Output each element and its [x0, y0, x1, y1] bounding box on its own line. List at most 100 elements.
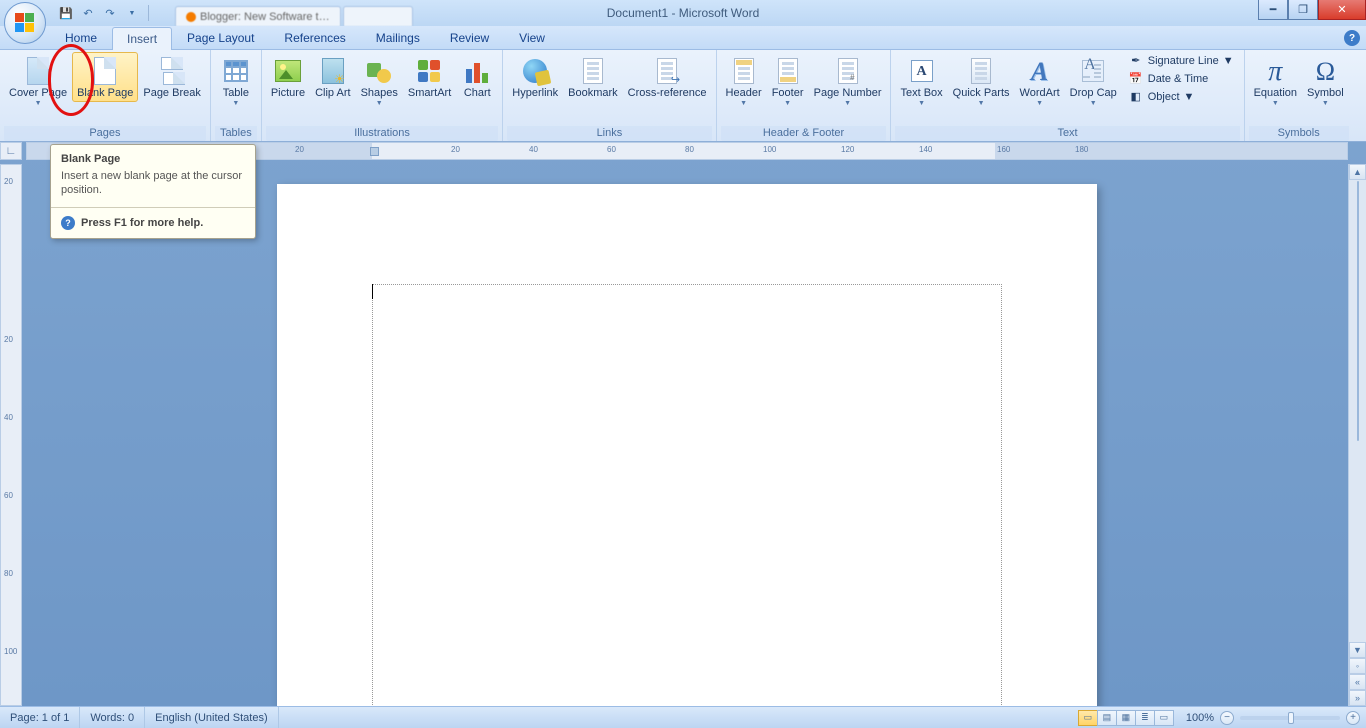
vertical-scrollbar[interactable]: ▲ ▼ ◦ « » — [1348, 164, 1366, 706]
zoom-controls: 100% − + — [1180, 711, 1366, 725]
shapes-button[interactable]: Shapes▼ — [356, 52, 403, 112]
blank-page-button[interactable]: Blank Page — [72, 52, 138, 102]
office-button[interactable] — [4, 2, 46, 44]
tooltip-help-text: Press F1 for more help. — [81, 217, 203, 229]
zoom-out-button[interactable]: − — [1220, 711, 1234, 725]
status-page[interactable]: Page: 1 of 1 — [0, 707, 80, 728]
symbol-button[interactable]: ΩSymbol▼ — [1302, 52, 1349, 112]
browser-tabs: Blogger: New Software t… — [175, 0, 413, 26]
page-break-icon — [156, 55, 188, 87]
page-number-button[interactable]: #Page Number▼ — [809, 52, 887, 112]
dropdown-icon: ▼ — [784, 98, 791, 109]
qat-dropdown-icon[interactable]: ▼ — [124, 5, 140, 21]
undo-icon[interactable]: ↶ — [80, 5, 96, 21]
ruler-corner[interactable]: ∟ — [0, 142, 22, 160]
tooltip-title: Blank Page — [51, 145, 255, 169]
cover-page-button[interactable]: Cover Page▼ — [4, 52, 72, 112]
zoom-in-button[interactable]: + — [1346, 711, 1360, 725]
hyperlink-label: Hyperlink — [512, 88, 558, 99]
dropdown-icon: ▼ — [1184, 89, 1195, 105]
drop-cap-button[interactable]: ADrop Cap▼ — [1065, 52, 1122, 112]
tab-view[interactable]: View — [504, 26, 560, 49]
help-button[interactable]: ? — [1344, 30, 1360, 46]
picture-label: Picture — [271, 88, 305, 99]
clipart-label: Clip Art — [315, 88, 350, 99]
ribbon: Cover Page▼ Blank Page Page Break Pages … — [0, 50, 1366, 142]
tab-mailings[interactable]: Mailings — [361, 26, 435, 49]
print-layout-view-icon[interactable]: ▭ — [1078, 710, 1098, 726]
cross-reference-button[interactable]: ↪Cross-reference — [623, 52, 712, 102]
close-button[interactable]: ✕ — [1318, 0, 1366, 20]
header-button[interactable]: Header▼ — [721, 52, 767, 112]
browser-tab-label: Blogger: New Software t… — [200, 11, 330, 23]
document-page[interactable] — [277, 184, 1097, 706]
next-page-icon[interactable]: » — [1349, 690, 1366, 706]
window-controls: ━ ❐ ✕ — [1258, 0, 1366, 20]
scroll-down-icon[interactable]: ▼ — [1349, 642, 1366, 658]
table-button[interactable]: Table▼ — [215, 52, 257, 112]
bookmark-button[interactable]: Bookmark — [563, 52, 623, 102]
equation-button[interactable]: πEquation▼ — [1249, 52, 1302, 112]
group-text: AText Box▼ Quick Parts▼ AWordArt▼ ADrop … — [891, 50, 1244, 141]
table-icon — [220, 55, 252, 87]
page-break-button[interactable]: Page Break — [138, 52, 205, 102]
status-language[interactable]: English (United States) — [145, 707, 279, 728]
quick-parts-button[interactable]: Quick Parts▼ — [948, 52, 1015, 112]
qat-separator — [148, 5, 149, 21]
zoom-value[interactable]: 100% — [1186, 712, 1214, 724]
page-number-icon: # — [832, 55, 864, 87]
tab-review[interactable]: Review — [435, 26, 504, 49]
date-time-icon: 📅 — [1128, 71, 1144, 87]
browser-tab[interactable]: Blogger: New Software t… — [175, 6, 341, 26]
ruler-label: 20 — [4, 177, 13, 186]
group-label: Illustrations — [266, 126, 498, 141]
maximize-button[interactable]: ❐ — [1288, 0, 1318, 20]
ruler-label: 140 — [919, 145, 932, 154]
tab-references[interactable]: References — [269, 26, 360, 49]
web-layout-view-icon[interactable]: ▦ — [1116, 710, 1136, 726]
tab-page-layout[interactable]: Page Layout — [172, 26, 269, 49]
clipart-button[interactable]: Clip Art — [310, 52, 355, 102]
cross-reference-label: Cross-reference — [628, 88, 707, 99]
smartart-icon — [414, 55, 446, 87]
browser-tab[interactable] — [343, 6, 413, 26]
dropdown-icon: ▼ — [232, 98, 239, 109]
document-viewport — [26, 164, 1348, 706]
tab-insert[interactable]: Insert — [112, 27, 172, 50]
date-time-button[interactable]: 📅Date & Time — [1122, 70, 1240, 88]
indent-marker-icon[interactable] — [370, 147, 379, 156]
text-box-button[interactable]: AText Box▼ — [895, 52, 947, 112]
browse-object-icon[interactable]: ◦ — [1349, 658, 1366, 674]
object-button[interactable]: ◧Object ▼ — [1122, 88, 1240, 106]
tab-home[interactable]: Home — [50, 26, 112, 49]
hyperlink-button[interactable]: Hyperlink — [507, 52, 563, 102]
picture-icon — [272, 55, 304, 87]
tooltip-separator — [51, 207, 255, 208]
signature-line-button[interactable]: ✒Signature Line ▼ — [1122, 52, 1240, 70]
footer-button[interactable]: Footer▼ — [767, 52, 809, 112]
picture-button[interactable]: Picture — [266, 52, 310, 102]
status-words[interactable]: Words: 0 — [80, 707, 145, 728]
vertical-ruler[interactable]: 20 20 40 60 80 100 — [0, 164, 22, 706]
wordart-button[interactable]: AWordArt▼ — [1015, 52, 1065, 112]
outline-view-icon[interactable]: ≣ — [1135, 710, 1155, 726]
group-label: Symbols — [1249, 126, 1349, 141]
full-screen-view-icon[interactable]: ▤ — [1097, 710, 1117, 726]
dropdown-icon: ▼ — [978, 98, 985, 109]
title-bar: 💾 ↶ ↷ ▼ Blogger: New Software t… Documen… — [0, 0, 1366, 26]
zoom-slider[interactable] — [1240, 716, 1340, 720]
object-label: Object — [1148, 89, 1180, 105]
help-icon: ? — [61, 216, 75, 230]
zoom-slider-thumb[interactable] — [1288, 712, 1294, 724]
scroll-thumb[interactable] — [1357, 181, 1359, 441]
chart-button[interactable]: Chart — [456, 52, 498, 102]
save-icon[interactable]: 💾 — [58, 5, 74, 21]
prev-page-icon[interactable]: « — [1349, 674, 1366, 690]
smartart-button[interactable]: SmartArt — [403, 52, 456, 102]
minimize-button[interactable]: ━ — [1258, 0, 1288, 20]
favicon-icon — [186, 12, 196, 22]
redo-icon[interactable]: ↷ — [102, 5, 118, 21]
draft-view-icon[interactable]: ▭ — [1154, 710, 1174, 726]
scroll-up-icon[interactable]: ▲ — [1349, 164, 1366, 180]
hyperlink-icon — [519, 55, 551, 87]
